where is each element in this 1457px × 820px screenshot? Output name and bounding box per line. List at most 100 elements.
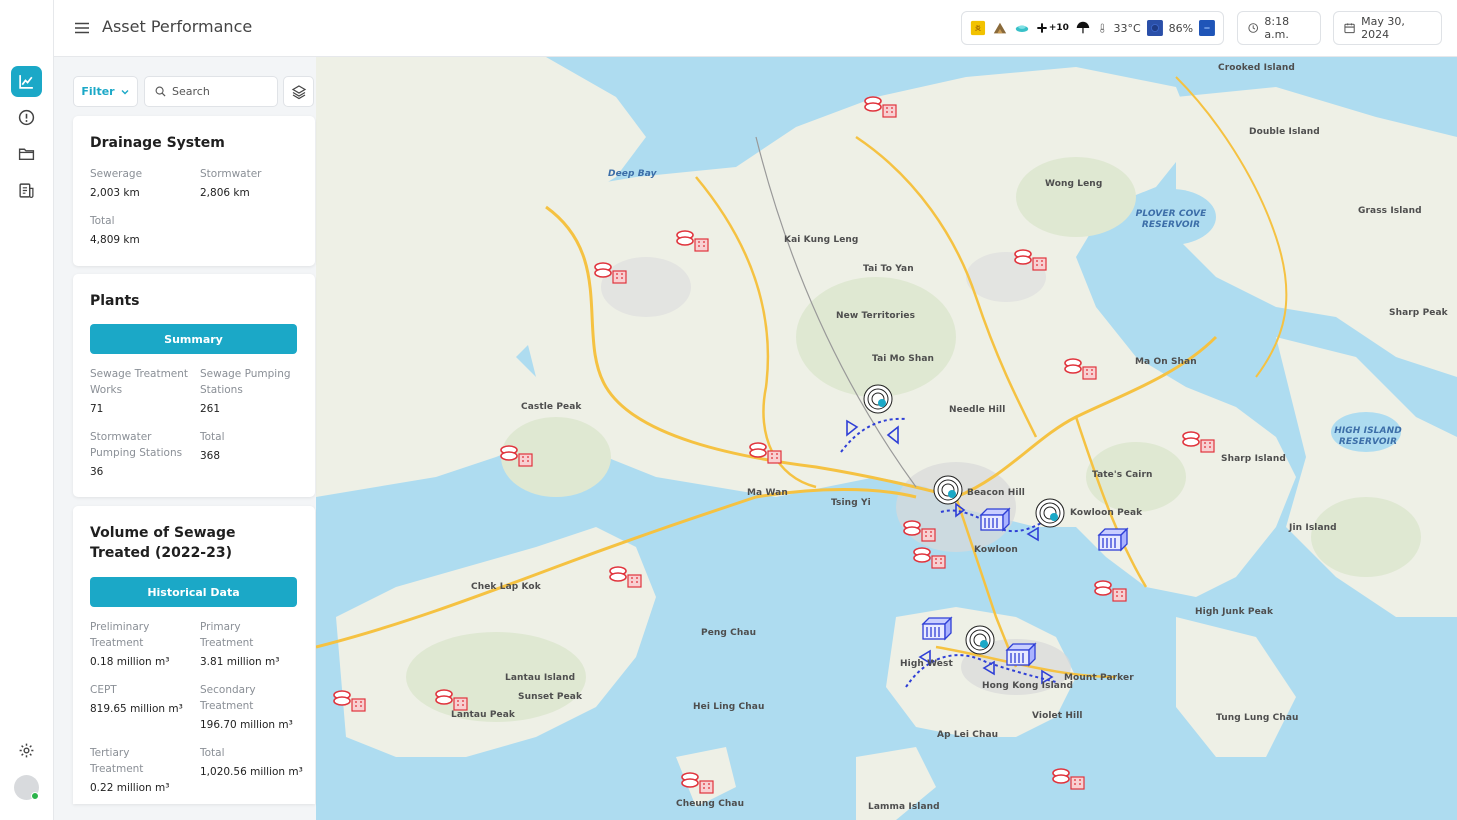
alert-circle-icon [18,109,35,126]
chevron-down-icon [121,89,129,94]
treatment-works-icon[interactable] [903,517,937,543]
map-label: Beacon Hill [967,488,1025,498]
alerts-nav-button[interactable] [11,102,42,133]
pumping-station-icon[interactable] [920,616,954,642]
treatment-works-icon[interactable] [749,439,783,465]
map-label: Lamma Island [868,802,940,812]
treatment-works-icon[interactable] [681,769,715,795]
humidity-value: 86% [1168,21,1194,35]
map-label: New Territories [836,311,916,321]
cloud-icon [1015,25,1029,32]
humidity-icon [1146,20,1163,36]
plants-total-label: Total [200,431,225,443]
time-display: 8:18 a.m. [1237,11,1321,45]
map-label: High Junk Peak [1195,607,1274,617]
map-label: Tai To Yan [863,264,914,274]
calendar-icon [1344,23,1355,34]
treatment-works-icon[interactable] [435,686,469,712]
stormwater-label: Stormwater [200,168,262,180]
volume-total-label: Total [200,747,225,759]
left-rail [0,0,54,820]
map-label: High West [900,659,953,669]
treatment-works-icon[interactable] [1014,246,1048,272]
treatment-works-icon[interactable] [609,563,643,589]
volume-card: Volume of Sewage Treated (2022-23) Histo… [73,506,315,804]
hamburger-menu-icon[interactable] [74,20,90,36]
pumping-station-icon[interactable] [1096,527,1130,553]
map-label: Grass Island [1358,206,1422,216]
preliminary-value: 0.18 million m³ [90,656,170,668]
map-base-layer [316,57,1457,820]
sewerage-value: 2,003 km [90,187,140,199]
map-label: Needle Hill [949,405,1006,415]
folder-nav-button[interactable] [11,138,42,169]
card-title: Drainage System [90,135,225,151]
map-label: Castle Peak [521,402,582,412]
map-label: Wong Leng [1045,179,1103,189]
reports-nav-button[interactable] [11,175,42,206]
sensor-target-icon [933,475,963,505]
treatment-works-icon[interactable] [594,259,628,285]
sps-value: 261 [200,403,221,415]
thermometer-icon [1100,23,1105,33]
treatment-works-icon[interactable] [913,544,947,570]
map-label: Lantau Island [505,673,576,683]
map-label: Chek Lap Kok [471,582,541,592]
temperature-value: 33°C [1113,21,1141,35]
map-label: Lantau Peak [451,710,515,720]
layers-button[interactable] [283,76,314,107]
date-display[interactable]: May 30, 2024 [1333,11,1442,45]
search-input[interactable]: Search [144,76,278,107]
tertiary-label: Tertiary Treatment [90,747,144,775]
online-status-dot [31,792,39,800]
historical-data-button[interactable]: Historical Data [90,577,297,607]
plants-card: Plants Summary Sewage Treatment Works 71… [73,274,315,497]
treatment-works-icon[interactable] [676,227,710,253]
total-value: 4,809 km [90,234,140,246]
settings-nav-button[interactable] [11,735,42,766]
treatment-works-icon[interactable] [864,93,898,119]
map-label: Peng Chau [701,628,757,638]
treatment-works-icon[interactable] [500,442,534,468]
pumping-station-icon[interactable] [1004,642,1038,668]
treatment-works-icon[interactable] [1052,765,1086,791]
pumping-station-icon[interactable] [978,507,1012,533]
sensor-target-icon [863,384,893,414]
clock-icon [1248,23,1259,33]
map-label: Tung Lung Chau [1216,713,1299,723]
map-label: Double Island [1249,127,1320,137]
map-label: Sharp Peak [1389,308,1448,318]
swps-value: 36 [90,466,104,478]
map-label: Tate's Cairn [1092,470,1153,480]
map-label: Hong Kong Island [982,681,1073,691]
treatment-works-icon[interactable] [1094,577,1128,603]
map-label: Ma Wan [747,488,788,498]
analytics-nav-button[interactable] [11,66,42,97]
stormwater-value: 2,806 km [200,187,250,199]
filter-button[interactable]: Filter [73,76,138,107]
layers-icon [291,84,306,99]
stw-value: 71 [90,403,104,415]
treatment-works-icon[interactable] [1064,355,1098,381]
map-view[interactable]: Crooked Island Double Island Deep Bay Wo… [316,57,1457,820]
folder-icon [18,148,35,161]
swps-label: Stormwater Pumping Stations [90,431,183,459]
tertiary-value: 0.22 million m³ [90,782,170,794]
volume-total-value: 1,020.56 million m³ [200,766,303,778]
map-label: Deep Bay [608,169,657,179]
map-label: Cheung Chau [676,799,745,809]
weather-bar[interactable]: 炎 +10 33°C 86% [961,11,1224,45]
summary-button[interactable]: Summary [90,324,297,354]
drainage-system-card: Drainage System Sewerage 2,003 km Stormw… [73,116,315,266]
total-label: Total [90,215,115,227]
primary-label: Primary Treatment [200,621,254,649]
map-label: Mount Parker [1064,673,1134,683]
report-icon [19,183,34,198]
card-title: Volume of Sewage Treated (2022-23) [90,525,236,561]
treatment-works-icon[interactable] [333,687,367,713]
landslip-warning-icon [993,22,1007,34]
secondary-value: 196.70 million m³ [200,719,293,731]
map-label: Violet Hill [1032,711,1083,721]
chart-line-icon [19,75,33,89]
treatment-works-icon[interactable] [1182,428,1216,454]
